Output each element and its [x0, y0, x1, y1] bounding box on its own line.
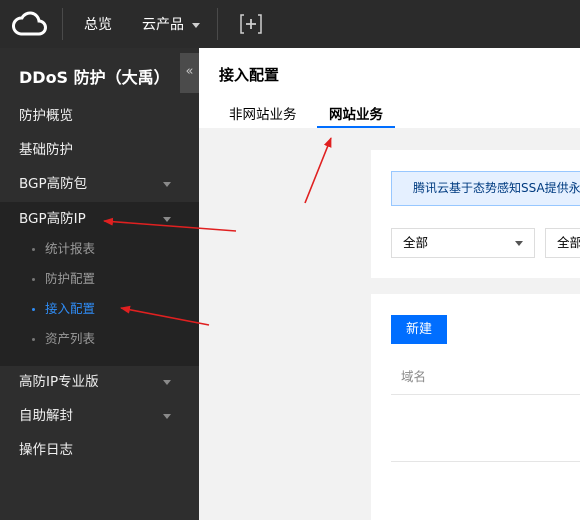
filter-panel: 腾讯云基于态势感知SSA提供永 全部 全部 — [371, 150, 580, 278]
chevron-down-icon — [163, 380, 171, 385]
sidebar-item-label: 操作日志 — [19, 442, 73, 458]
sidebar-item-self-unblock[interactable]: 自助解封 — [0, 399, 199, 433]
chevron-down-icon — [163, 414, 171, 419]
sidebar-item-basic-protection[interactable]: 基础防护 — [0, 133, 199, 167]
sidebar-subitem-access-config[interactable]: 接入配置 — [0, 294, 199, 324]
select-value: 全部 — [403, 235, 429, 250]
active-tab-indicator — [317, 126, 395, 128]
sidebar-item-label: 基础防护 — [19, 142, 73, 158]
sidebar-subitem-label: 接入配置 — [45, 301, 96, 316]
sidebar-item-label: BGP高防IP — [19, 211, 86, 227]
sidebar-item-overview[interactable]: 防护概览 — [0, 99, 199, 133]
chevron-down-icon — [515, 241, 523, 246]
filter-select-2[interactable]: 全部 — [545, 228, 580, 258]
filter-select-1[interactable]: 全部 — [391, 228, 535, 258]
top-navigation-bar: 总览 云产品 — [0, 0, 580, 48]
collapse-sidebar-button[interactable]: « — [180, 53, 199, 93]
bullet-icon — [32, 248, 35, 251]
column-header-domain: 域名 — [401, 369, 427, 384]
sidebar-item-bgp-package[interactable]: BGP高防包 — [0, 167, 199, 201]
bullet-icon — [32, 278, 35, 281]
nav-products-menu[interactable]: 云产品 — [142, 14, 200, 34]
sidebar-item-label: 高防IP专业版 — [19, 374, 99, 390]
sidebar-subitem-statistics[interactable]: 统计报表 — [0, 234, 199, 264]
sidebar-item-ip-pro[interactable]: 高防IP专业版 — [0, 365, 199, 399]
sidebar-subitem-label: 防护配置 — [45, 271, 96, 286]
annotation-arrow — [304, 137, 332, 204]
bullet-icon — [32, 308, 35, 311]
sidebar-subitem-label: 资产列表 — [45, 331, 96, 346]
bgp-ip-submenu: BGP高防IP 统计报表 防护配置 接入配置 资产列表 — [0, 202, 199, 366]
nav-products-label: 云产品 — [142, 17, 184, 33]
sidebar-item-label: 防护概览 — [19, 108, 73, 124]
bullet-icon — [32, 338, 35, 341]
page-header: 接入配置 非网站业务 网站业务 — [199, 48, 580, 128]
sidebar-subitem-asset-list[interactable]: 资产列表 — [0, 324, 199, 354]
domain-list-panel: 新建 域名 — [371, 294, 580, 520]
topbar-divider — [62, 8, 63, 40]
chevron-down-icon — [192, 22, 200, 28]
tab-non-website[interactable]: 非网站业务 — [229, 103, 297, 123]
info-notice: 腾讯云基于态势感知SSA提供永 — [391, 171, 580, 206]
sidebar-item-bgp-ip[interactable]: BGP高防IP — [0, 202, 199, 236]
tab-website[interactable]: 网站业务 — [329, 103, 383, 123]
sidebar-subitem-label: 统计报表 — [45, 241, 96, 256]
nav-overview-link[interactable]: 总览 — [84, 14, 112, 34]
cloud-logo-icon[interactable] — [12, 9, 48, 39]
page-title: 接入配置 — [219, 66, 280, 84]
sidebar-item-label: BGP高防包 — [19, 176, 88, 192]
add-shortcut-icon[interactable] — [240, 14, 262, 34]
select-value: 全部 — [557, 235, 580, 250]
sidebar-item-operation-log[interactable]: 操作日志 — [0, 433, 199, 467]
chevron-down-icon — [163, 182, 171, 187]
sidebar-item-label: 自助解封 — [19, 408, 73, 424]
sidebar-title: DDoS 防护（大禹） — [19, 68, 170, 87]
sidebar: DDoS 防护（大禹） « 防护概览 基础防护 BGP高防包 BGP高防IP 统… — [0, 48, 199, 520]
new-button[interactable]: 新建 — [391, 315, 447, 344]
topbar-divider — [217, 8, 218, 40]
table-divider — [391, 394, 580, 395]
sidebar-subitem-protection-config[interactable]: 防护配置 — [0, 264, 199, 294]
table-divider — [391, 461, 580, 462]
chevron-down-icon — [163, 217, 171, 222]
